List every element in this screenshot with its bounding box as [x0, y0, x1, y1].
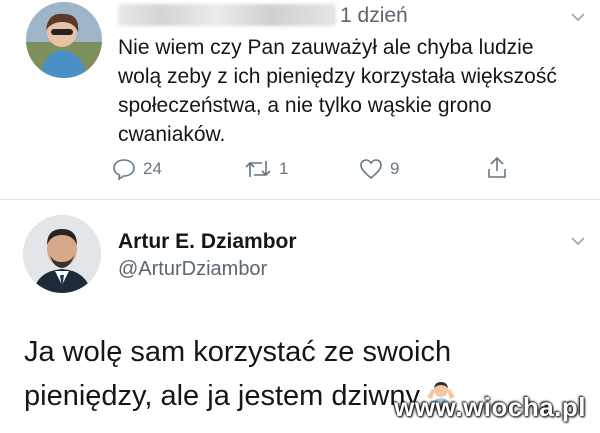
tweet-text-content: Ja wolę sam korzystać ze swoich pieniędz… [24, 336, 452, 412]
tweet-text: Nie wiem czy Pan zauważył ale chyba ludz… [118, 36, 557, 146]
avatar[interactable] [23, 215, 101, 293]
like-count: 9 [390, 159, 400, 178]
chevron-down-icon[interactable] [571, 12, 585, 22]
user-handle[interactable]: @ArturDziambor [118, 258, 267, 281]
avatar[interactable] [26, 2, 102, 78]
share-button[interactable] [486, 156, 508, 180]
tweet-time: 1 dzień [340, 4, 408, 27]
display-name[interactable]: Artur E. Dziambor [118, 230, 297, 254]
reply-button[interactable]: 24 [112, 158, 162, 180]
redacted-username [118, 4, 336, 26]
tweet-divider [0, 199, 600, 200]
share-icon [488, 156, 506, 178]
like-button[interactable]: 9 [359, 158, 399, 180]
reply-count: 24 [143, 159, 162, 178]
avatar-photo [23, 215, 101, 293]
reply-icon [113, 159, 135, 180]
retweet-count: 1 [279, 159, 289, 178]
retweet-icon [245, 161, 271, 177]
avatar-photo [26, 2, 102, 78]
chevron-down-icon[interactable] [571, 236, 585, 246]
retweet-button[interactable]: 1 [244, 158, 288, 180]
watermark: www.wiocha.pl [394, 392, 586, 422]
like-icon [360, 159, 382, 180]
